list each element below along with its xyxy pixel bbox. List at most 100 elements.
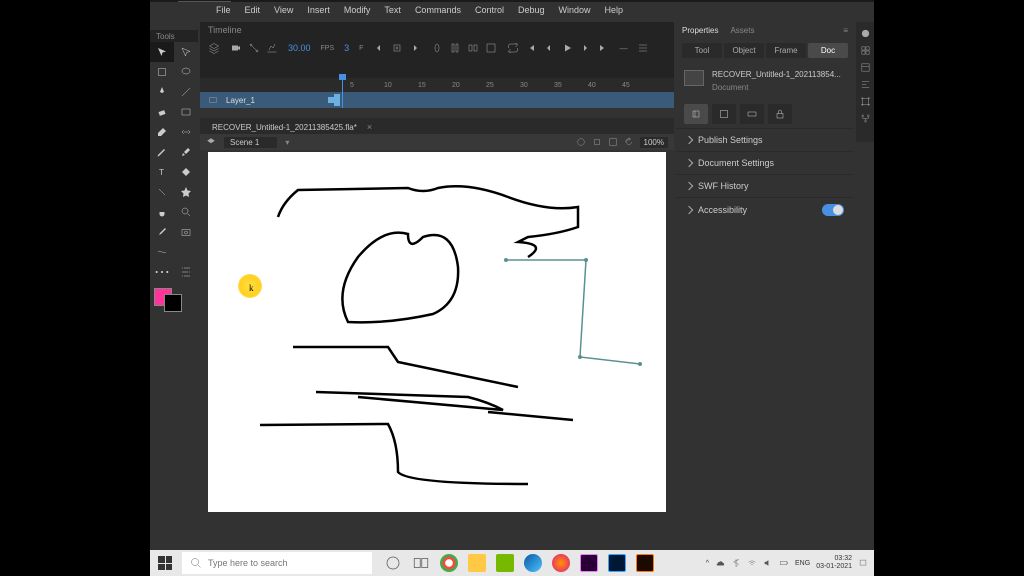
layers-icon[interactable] — [208, 42, 220, 54]
doc-option-1[interactable] — [684, 104, 708, 124]
panel-menu-icon[interactable]: ≡ — [843, 26, 848, 35]
play-button-icon[interactable] — [561, 42, 573, 54]
stage[interactable]: k — [208, 152, 666, 512]
keyframe[interactable] — [334, 94, 340, 106]
eyedropper-tool[interactable] — [150, 222, 174, 242]
camera-toggle-icon[interactable] — [230, 42, 242, 54]
onion-skin-icon[interactable] — [431, 42, 443, 54]
doc-option-3[interactable] — [740, 104, 764, 124]
menu-modify[interactable]: Modify — [338, 3, 377, 17]
first-frame-icon[interactable] — [525, 42, 537, 54]
clip-icon[interactable] — [592, 137, 602, 147]
taskview-icon[interactable] — [412, 554, 430, 572]
step-back-icon[interactable] — [543, 42, 555, 54]
frame-strip[interactable] — [334, 92, 674, 108]
insert-keyframe-icon[interactable] — [391, 42, 403, 54]
fit-icon[interactable] — [608, 137, 618, 147]
text-tool[interactable]: T — [150, 162, 174, 182]
next-keyframe-icon[interactable] — [409, 42, 421, 54]
transform-panel-icon[interactable] — [860, 96, 871, 107]
search-input[interactable] — [208, 558, 364, 568]
edit-frames-icon[interactable] — [467, 42, 479, 54]
doc-option-4[interactable] — [768, 104, 792, 124]
bluetooth-icon[interactable] — [731, 558, 741, 568]
photoshop-icon[interactable] — [608, 554, 626, 572]
search-box[interactable] — [182, 552, 372, 574]
library-panel-icon[interactable] — [860, 62, 871, 73]
bucket-tool[interactable] — [174, 162, 198, 182]
edit-toolbar[interactable] — [174, 262, 198, 282]
clock[interactable]: 03:32 03-01-2021 — [816, 555, 852, 570]
file-explorer-icon[interactable] — [468, 554, 486, 572]
menu-help[interactable]: Help — [599, 3, 630, 17]
menu-debug[interactable]: Debug — [512, 3, 551, 17]
start-button[interactable] — [150, 550, 180, 576]
close-tab-icon[interactable]: × — [367, 122, 372, 132]
free-transform-tool[interactable] — [150, 62, 174, 82]
rig-panel-icon[interactable] — [860, 113, 871, 124]
menu-insert[interactable]: Insert — [301, 3, 336, 17]
current-frame[interactable]: 3 — [344, 43, 349, 53]
show-overlay-icon[interactable] — [576, 137, 586, 147]
zoom-slider[interactable]: — — [619, 44, 627, 53]
premiere-icon[interactable] — [580, 554, 598, 572]
more-tools[interactable]: ⋯ — [150, 262, 174, 282]
prev-keyframe-icon[interactable] — [373, 42, 385, 54]
zoom-tool[interactable] — [174, 202, 198, 222]
battery-icon[interactable] — [779, 558, 789, 568]
menu-control[interactable]: Control — [469, 3, 510, 17]
step-forward-icon[interactable] — [579, 42, 591, 54]
brush-tool[interactable] — [150, 122, 174, 142]
camera-tool[interactable] — [174, 222, 198, 242]
playhead[interactable] — [342, 78, 343, 108]
menu-file[interactable]: File — [210, 3, 237, 17]
accessibility-toggle[interactable] — [822, 204, 844, 216]
wifi-icon[interactable] — [747, 558, 757, 568]
fps-value[interactable]: 30.00 — [288, 43, 311, 53]
document-settings-section[interactable]: Document Settings — [676, 151, 854, 174]
marker-icon[interactable] — [485, 42, 497, 54]
volume-icon[interactable] — [763, 558, 773, 568]
stroke-color[interactable] — [164, 294, 182, 312]
paint-brush-tool[interactable] — [174, 142, 198, 162]
document-tab[interactable]: RECOVER_Untitled-1_20211385425.fla* — [206, 121, 363, 134]
hand-tool[interactable] — [150, 202, 174, 222]
rotate-icon[interactable] — [624, 137, 634, 147]
subselection-tool[interactable] — [174, 42, 198, 62]
asset-warp-tool[interactable] — [174, 182, 198, 202]
scene-nav-icon[interactable] — [206, 137, 216, 147]
onedrive-icon[interactable] — [715, 558, 725, 568]
menu-window[interactable]: Window — [553, 3, 597, 17]
doc-mode-tab[interactable]: Doc — [808, 43, 848, 58]
color-swatches[interactable] — [154, 288, 182, 312]
bone-tool[interactable] — [150, 182, 174, 202]
scene-name[interactable]: Scene 1 — [224, 137, 277, 148]
frame-mode-tab[interactable]: Frame — [766, 43, 806, 58]
accessibility-section[interactable]: Accessibility — [676, 197, 854, 222]
pencil-tool[interactable] — [150, 142, 174, 162]
last-frame-icon[interactable] — [597, 42, 609, 54]
timeline-menu-icon[interactable] — [637, 42, 649, 54]
doc-option-2[interactable] — [712, 104, 736, 124]
rectangle-tool[interactable] — [174, 102, 198, 122]
eraser-tool[interactable] — [150, 102, 174, 122]
edge-icon[interactable] — [524, 554, 542, 572]
width-tool[interactable] — [174, 122, 198, 142]
parenting-icon[interactable] — [248, 42, 260, 54]
fluid-brush-tool[interactable] — [150, 242, 174, 262]
menu-text[interactable]: Text — [378, 3, 407, 17]
line-tool[interactable] — [174, 82, 198, 102]
menu-edit[interactable]: Edit — [239, 3, 267, 17]
assets-tab[interactable]: Assets — [730, 26, 754, 35]
selection-tool[interactable] — [150, 42, 174, 62]
graph-icon[interactable] — [266, 42, 278, 54]
object-mode-tab[interactable]: Object — [724, 43, 764, 58]
language-indicator[interactable]: ENG — [795, 560, 810, 567]
tool-mode-tab[interactable]: Tool — [682, 43, 722, 58]
layer-name[interactable]: Layer_1 — [226, 96, 255, 105]
align-panel-icon[interactable] — [860, 79, 871, 90]
color-panel-icon[interactable] — [860, 28, 871, 39]
notifications-icon[interactable] — [858, 558, 868, 568]
loop-icon[interactable] — [507, 42, 519, 54]
menu-commands[interactable]: Commands — [409, 3, 467, 17]
